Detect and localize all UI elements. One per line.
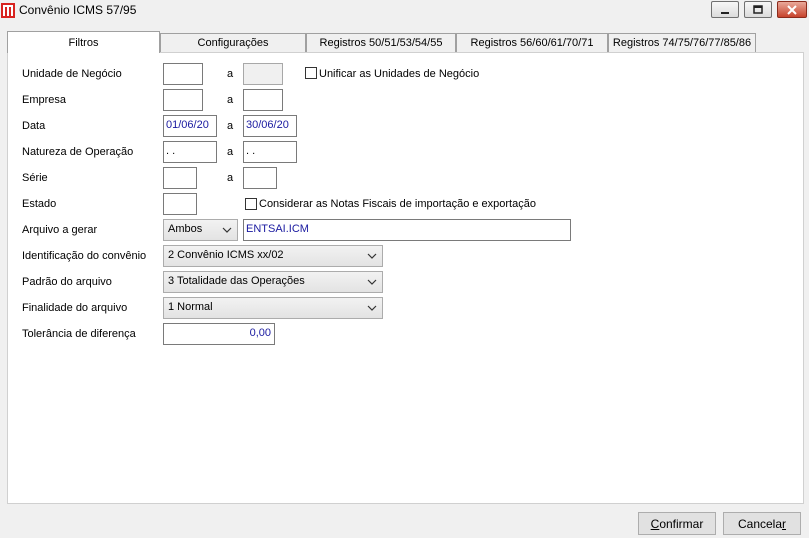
maximize-button[interactable] [744,1,772,18]
identificacao-label: Identificação do convênio [22,250,147,262]
padrao-label: Padrão do arquivo [22,276,112,288]
data-to-input[interactable]: 30/06/20 [243,115,297,137]
estado-label: Estado [22,198,57,210]
confirm-button[interactable]: Confirmar [638,512,716,535]
chevron-down-icon [367,279,377,285]
serie-to-input[interactable] [243,167,277,189]
tab-label: Registros 56/60/61/70/71 [470,37,594,49]
data-from-input[interactable]: 01/06/20 [163,115,217,137]
padrao-select[interactable]: 3 Totalidade das Operações [163,271,383,293]
minimize-icon [712,2,738,17]
tab-filtros[interactable]: Filtros [7,31,160,53]
filters-panel [7,52,804,504]
tab-label: Registros 74/75/76/77/85/86 [612,37,752,49]
tab-label: Registros 50/51/53/54/55 [319,37,443,49]
arquivo-filename-input[interactable]: ENTSAI.ICM [243,219,571,241]
range-separator: a [227,172,234,184]
range-separator: a [227,146,234,158]
empresa-label: Empresa [22,94,67,106]
estado-input[interactable] [163,193,197,215]
padrao-select-value: 3 Totalidade das Operações [168,275,305,287]
app-logo-icon [1,3,15,18]
tolerancia-input[interactable]: 0,00 [163,323,275,345]
natureza-label: Natureza de Operação [22,146,134,158]
notas-import-export-checkbox[interactable] [245,198,257,210]
title-bar: Convênio ICMS 57/95 [0,0,809,21]
tab-configuracoes[interactable]: Configurações [160,33,306,52]
tab-registros-50[interactable]: Registros 50/51/53/54/55 [306,33,456,52]
unidade-to-input[interactable] [243,63,283,85]
unify-units-label: Unificar as Unidades de Negócio [319,68,480,80]
identificacao-select[interactable]: 2 Convênio ICMS xx/02 [163,245,383,267]
unidade-label: Unidade de Negócio [22,68,122,80]
confirm-button-label: Confirmar [650,516,704,531]
natureza-from-input[interactable]: . . [163,141,217,163]
serie-from-input[interactable] [163,167,197,189]
unify-units-checkbox[interactable] [305,67,317,79]
tolerancia-label: Tolerância de diferença [22,328,136,340]
unidade-from-input[interactable] [163,63,203,85]
chevron-down-icon [367,253,377,259]
range-separator: a [227,68,234,80]
data-label: Data [22,120,46,132]
tab-label: Filtros [68,36,99,49]
cancel-button-label: Cancelar [737,516,787,531]
range-separator: a [227,94,234,106]
arquivo-select[interactable]: Ambos [163,219,238,241]
chevron-down-icon [367,305,377,311]
tab-registros-74[interactable]: Registros 74/75/76/77/85/86 [608,33,756,52]
finalidade-select-value: 1 Normal [168,301,213,313]
arquivo-label: Arquivo a gerar [22,224,98,236]
close-button[interactable] [777,1,807,18]
cancel-button[interactable]: Cancelar [723,512,801,535]
minimize-button[interactable] [711,1,739,18]
finalidade-select[interactable]: 1 Normal [163,297,383,319]
empresa-from-input[interactable] [163,89,203,111]
empresa-to-input[interactable] [243,89,283,111]
notas-import-export-label: Considerar as Notas Fiscais de importaçã… [259,198,536,210]
serie-label: Série [22,172,48,184]
close-icon [778,2,806,17]
natureza-to-input[interactable]: . . [243,141,297,163]
range-separator: a [227,120,234,132]
identificacao-select-value: 2 Convênio ICMS xx/02 [168,249,284,261]
tab-label: Configurações [197,37,269,49]
chevron-down-icon [222,227,232,233]
finalidade-label: Finalidade do arquivo [22,302,128,314]
arquivo-select-value: Ambos [168,223,203,235]
window-title: Convênio ICMS 57/95 [19,3,137,17]
tab-registros-56[interactable]: Registros 56/60/61/70/71 [456,33,608,52]
maximize-icon [745,2,771,17]
